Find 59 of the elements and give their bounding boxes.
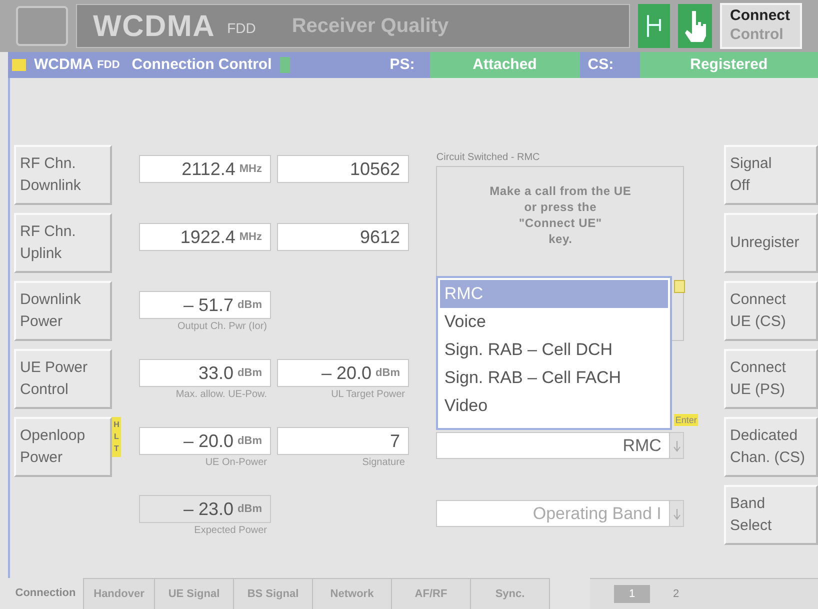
unit-label: dBm (376, 366, 400, 381)
ps-label: PS: (390, 54, 416, 75)
hlt-letter: L (114, 431, 119, 443)
hlt-letter: H (114, 419, 120, 431)
softkey-button[interactable]: Unregister (724, 213, 818, 273)
value-field[interactable]: 2112.4 MHz (139, 155, 271, 183)
ps-status: Attached (430, 52, 580, 78)
value-field[interactable]: – 51.7 dBm (139, 291, 271, 319)
softkey-button[interactable]: Band Select (724, 485, 818, 545)
softkey-button[interactable]: Connect UE (CS) (724, 281, 818, 341)
softkey-button[interactable]: RF Chn. Uplink (14, 213, 112, 273)
value-field[interactable]: – 20.0 dBm (139, 427, 271, 455)
instruction-text: Make a call from the UE or press the "Connect UE" key. (490, 183, 632, 247)
softkey-button[interactable]: Dedicated Chan. (CS) (724, 417, 818, 477)
header-title: WCDMA (34, 54, 94, 75)
value-field[interactable]: 7 (277, 427, 409, 455)
value-field[interactable]: 1922.4 MHz (139, 223, 271, 251)
field-caption: UL Target Power (331, 388, 406, 402)
unit-label: dBm (238, 298, 262, 313)
softkey-button[interactable]: RF Chn. Downlink (14, 145, 112, 205)
unit-label: dBm (238, 366, 262, 381)
app-title: WCDMA (93, 8, 216, 44)
softkey-button[interactable]: Downlink Power (14, 281, 112, 341)
unit-label: MHz (239, 162, 262, 177)
cs-status: Registered (640, 52, 818, 78)
field-caption: UE On-Power (205, 456, 268, 470)
connect-control-button[interactable]: Connect Control (720, 3, 802, 49)
softkey-button[interactable]: Openloop Power (14, 417, 112, 477)
field-caption: Output Ch. Pwr (Ior) (178, 320, 268, 334)
unit-label: dBm (238, 502, 262, 517)
unit-label: dBm (238, 434, 262, 449)
hlt-letter: T (114, 443, 119, 455)
value-field[interactable]: – 20.0 dBm (277, 359, 409, 387)
scroll-indicator-icon (674, 280, 686, 293)
list-option[interactable]: Voice (440, 308, 668, 336)
value-field[interactable]: – 23.0 dBm (139, 495, 271, 523)
softkey-button[interactable]: Signal Off (724, 145, 818, 205)
hand-pointer-icon[interactable] (678, 4, 712, 48)
list-option[interactable]: Sign. RAB – Cell FACH (440, 364, 668, 392)
field-caption: Signature (362, 456, 406, 470)
menu-button[interactable] (16, 6, 68, 46)
field-caption: Max. allow. UE-Pow. (176, 388, 268, 402)
value-field[interactable]: 10562 (277, 155, 409, 183)
title-suffix: FDD (227, 19, 256, 38)
dropdown-field[interactable]: RMC (436, 432, 684, 459)
softkey-button[interactable]: UE Power Control (14, 349, 112, 409)
cs-label: CS: (586, 54, 615, 75)
value-field[interactable]: 9612 (277, 223, 409, 251)
value-field[interactable]: 33.0 dBm (139, 359, 271, 387)
softkey-button[interactable]: Connect UE (PS) (724, 349, 818, 409)
field-caption: Expected Power (194, 524, 268, 538)
page-selector[interactable]: 2 (658, 585, 694, 603)
header-subtitle: Connection Control (132, 54, 272, 75)
section-label: Circuit Switched - RMC (436, 151, 540, 165)
unit-label: MHz (239, 230, 262, 245)
enter-tag: Enter (674, 414, 698, 426)
list-option[interactable]: Video (440, 392, 668, 420)
header-title-suffix: FDD (97, 58, 120, 73)
list-option[interactable]: Sign. RAB – Cell DCH (440, 336, 668, 364)
